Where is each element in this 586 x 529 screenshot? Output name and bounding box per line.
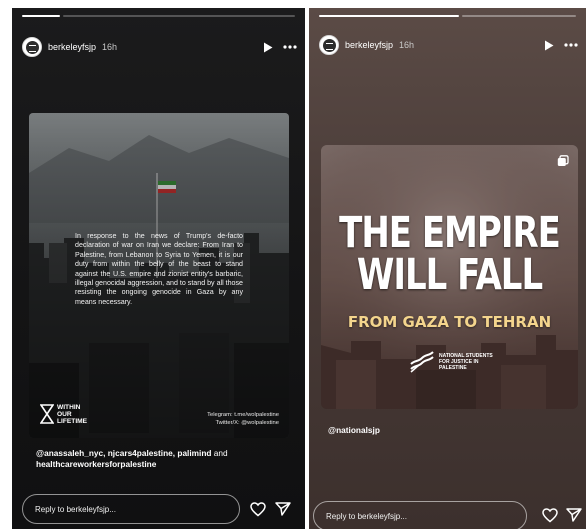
progress-segment: [22, 15, 60, 17]
carousel-icon: [557, 154, 569, 172]
story-progress: [319, 15, 576, 17]
twitter-credit: Twitter/X: @wolpalestine: [215, 420, 279, 426]
story-viewer-right[interactable]: berkeleyfsjp 16h THE EMPIRE WILL FALL FR…: [309, 8, 586, 529]
play-icon[interactable]: [540, 36, 558, 54]
progress-segment: [319, 15, 459, 17]
telegram-credit: Telegram: t.me/wolpalestine: [207, 412, 279, 418]
story-progress: [22, 15, 295, 17]
story-username[interactable]: berkeleyfsjp: [345, 40, 393, 50]
play-icon[interactable]: [259, 38, 277, 56]
reply-input[interactable]: Reply to berkeleyfsjp...: [22, 494, 240, 524]
subheadline: FROM GAZA TO TEHRAN: [347, 313, 552, 331]
story-viewer-left[interactable]: berkeleyfsjp 16h In response to the news…: [12, 8, 305, 529]
story-post-image[interactable]: THE EMPIRE WILL FALL FROM GAZA TO TEHRAN…: [321, 145, 578, 409]
story-statement-text: In response to the news of Trump's de-fa…: [75, 232, 243, 306]
story-mentions[interactable]: @anassaleh_nyc, njcars4palestine, palimi…: [36, 448, 298, 470]
heart-icon[interactable]: [541, 506, 559, 524]
brand-line-1: WITHIN: [57, 404, 81, 411]
reply-placeholder: Reply to berkeleyfsjp...: [326, 511, 407, 521]
mentions-and: and: [211, 448, 228, 458]
hourglass-icon: [40, 404, 54, 424]
mention-last[interactable]: healthcareworkersforpalestine: [36, 459, 156, 469]
more-options-icon[interactable]: [281, 38, 299, 56]
send-icon[interactable]: [274, 500, 292, 518]
avatar[interactable]: [22, 37, 42, 57]
headline-line-2: WILL FALL: [356, 250, 543, 300]
story-username[interactable]: berkeleyfsjp: [48, 42, 96, 52]
heart-icon[interactable]: [249, 500, 267, 518]
progress-segment: [462, 15, 576, 17]
story-timestamp: 16h: [102, 42, 118, 52]
send-icon[interactable]: [565, 506, 583, 524]
within-our-lifetime-logo: WITHIN OUR LIFETIME: [40, 404, 100, 425]
nsjp-logo: NATIONAL STUDENTS FOR JUSTICE IN PALESTI…: [409, 351, 499, 373]
story-header: berkeleyfsjp 16h: [319, 34, 580, 56]
reply-placeholder: Reply to berkeleyfsjp...: [35, 504, 116, 514]
mentions-list[interactable]: @anassaleh_nyc, njcars4palestine, palimi…: [36, 448, 212, 458]
org-line-2: FOR JUSTICE IN PALESTINE: [439, 359, 479, 371]
story-timestamp: 16h: [399, 40, 415, 50]
progress-segment: [63, 15, 295, 17]
avatar[interactable]: [319, 35, 339, 55]
story-header: berkeleyfsjp 16h: [22, 36, 299, 58]
brand-line-2: OUR: [57, 411, 72, 418]
flag-wave-icon: [410, 351, 434, 373]
brand-line-3: LIFETIME: [57, 418, 88, 425]
story-mention[interactable]: @nationalsjp: [328, 425, 380, 436]
reply-input[interactable]: Reply to berkeleyfsjp...: [313, 501, 527, 529]
story-post-image[interactable]: In response to the news of Trump's de-fa…: [29, 113, 289, 438]
more-options-icon[interactable]: [562, 36, 580, 54]
